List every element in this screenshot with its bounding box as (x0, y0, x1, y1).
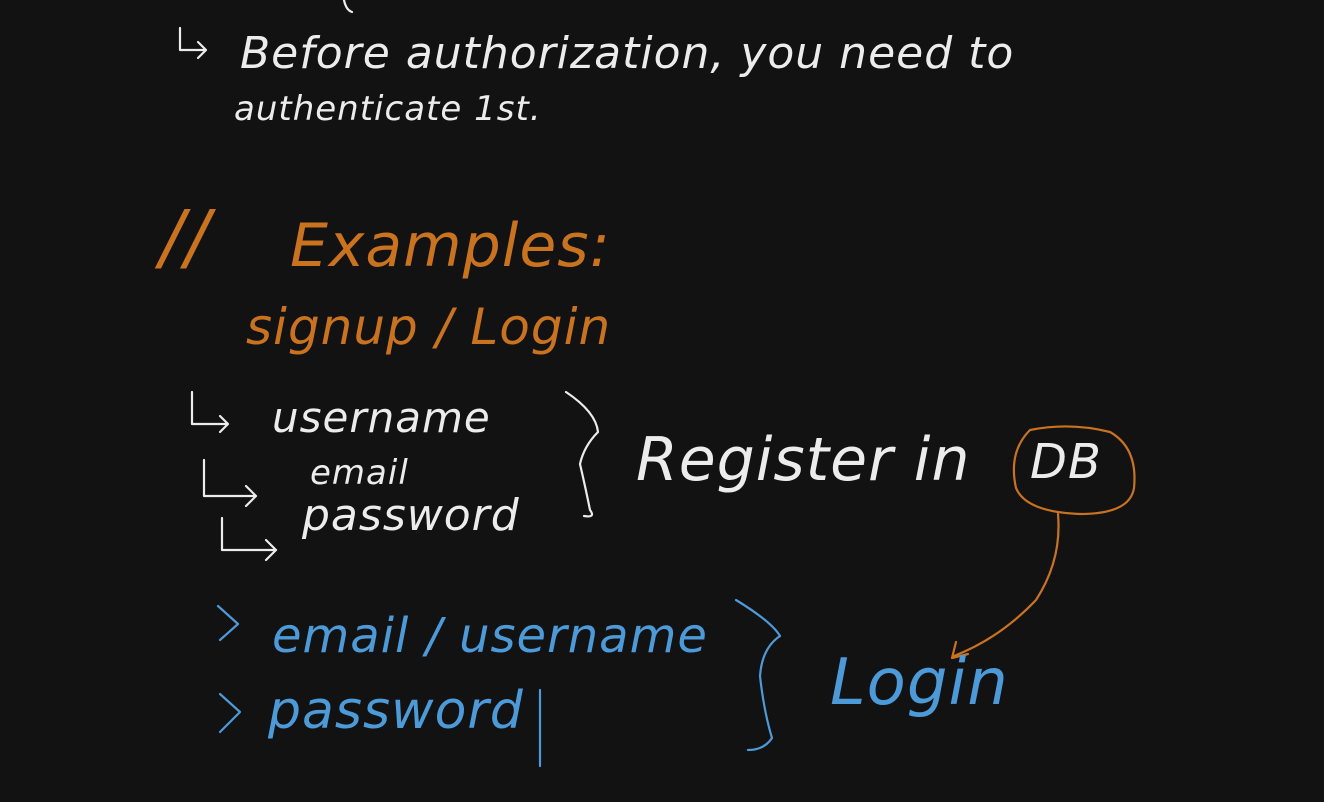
login-label: Login (830, 646, 1009, 720)
login-fields-list: email / username password (216, 604, 708, 768)
examples-heading-text: Examples: (290, 211, 611, 281)
note-line-1-text: Before authorization, you need to (240, 28, 1014, 79)
examples-heading: // Examples: (154, 195, 611, 281)
list-item: username (272, 393, 491, 442)
db-label: DB (1030, 434, 1102, 490)
list-item: email / username (272, 608, 708, 664)
note-line-1: Before authorization, you need to (178, 26, 1014, 79)
comment-marker: // (154, 195, 216, 279)
note-line-2-text: authenticate 1st. (234, 89, 542, 129)
sub-arrow-icon (190, 390, 230, 434)
register-fields-list: username email password (190, 390, 520, 562)
db-to-login-arrow (952, 512, 1060, 658)
sub-arrow-icon (216, 604, 240, 642)
login-brace (734, 598, 782, 752)
list-item: password (267, 681, 524, 741)
sub-arrow-icon (178, 26, 208, 60)
sub-arrow-icon (218, 692, 242, 734)
whiteboard-canvas: Before authorization, you need to authen… (154, 0, 1136, 768)
list-item: email (310, 453, 409, 493)
sub-arrow-icon (220, 516, 278, 562)
sub-arrow-icon (202, 458, 258, 508)
list-item: password (301, 490, 520, 541)
register-label: Register in (636, 425, 971, 495)
register-brace (564, 390, 600, 518)
signup-login-text: signup / Login (246, 298, 611, 356)
partial-stroke-top (342, 0, 354, 14)
